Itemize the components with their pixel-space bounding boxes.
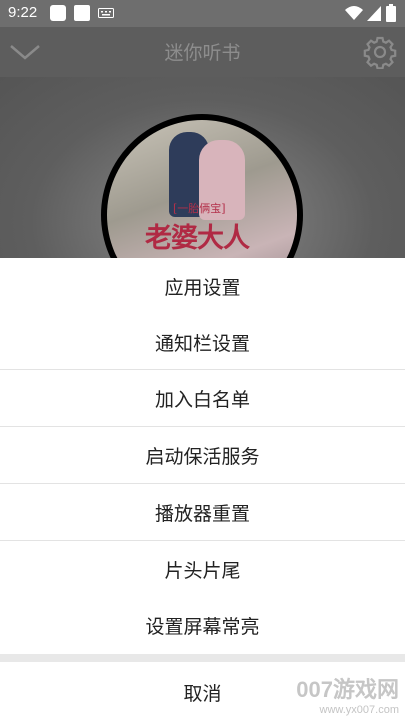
gear-icon[interactable] xyxy=(363,35,397,69)
page-title: 迷你听书 xyxy=(164,42,241,64)
menu-item-intro-outro[interactable]: 片头片尾 xyxy=(0,541,405,597)
cover-tag: [一胎俩宝] xyxy=(173,202,226,215)
bottom-sheet-menu: 应用设置 通知栏设置 加入白名单 启动保活服务 播放器重置 片头片尾 设置屏幕常… xyxy=(0,258,405,720)
menu-item-app-settings[interactable]: 应用设置 xyxy=(0,258,405,314)
app-square-icon xyxy=(74,5,90,21)
sheet-separator xyxy=(0,654,405,662)
status-bar: 9:22 xyxy=(0,0,405,27)
app-square-icon xyxy=(50,5,66,21)
watermark-brand: 007游戏网 xyxy=(296,677,399,702)
menu-item-add-whitelist[interactable]: 加入白名单 xyxy=(0,370,405,426)
signal-icon xyxy=(367,6,381,21)
watermark: 007游戏网 www.yx007.com xyxy=(296,672,399,716)
menu-item-start-keepalive[interactable]: 启动保活服务 xyxy=(0,427,405,483)
keyboard-icon xyxy=(98,8,114,18)
watermark-url: www.yx007.com xyxy=(319,704,399,716)
wifi-icon xyxy=(345,6,363,20)
app-header: 迷你听书 xyxy=(0,27,405,77)
menu-item-keep-screen-on[interactable]: 设置屏幕常亮 xyxy=(0,597,405,653)
status-time: 9:22 xyxy=(8,4,38,21)
battery-icon xyxy=(386,4,396,22)
cover-title: 老婆大人 xyxy=(145,223,250,254)
menu-item-notification-settings[interactable]: 通知栏设置 xyxy=(0,314,405,370)
menu-item-reset-player[interactable]: 播放器重置 xyxy=(0,484,405,540)
